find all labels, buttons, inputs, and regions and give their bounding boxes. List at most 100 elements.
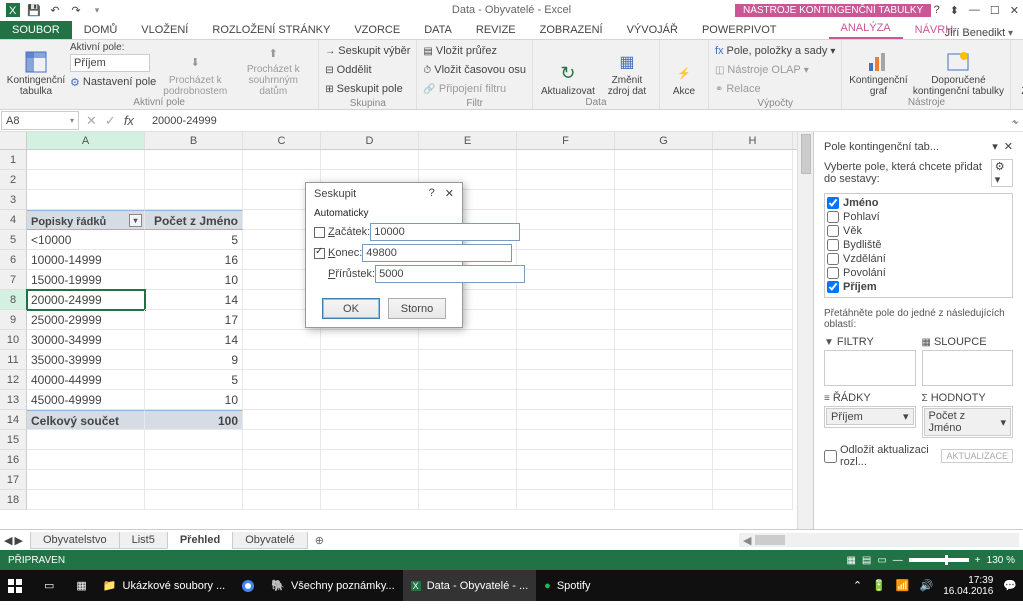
cell[interactable] [615, 230, 713, 250]
cell[interactable] [713, 470, 793, 490]
cell[interactable]: 10 [145, 390, 243, 410]
field-checkbox[interactable] [827, 225, 839, 237]
row-header[interactable]: 5 [0, 230, 27, 250]
taskbar-app-icon[interactable]: ▦ [68, 570, 94, 601]
zoom-slider[interactable] [909, 558, 969, 562]
sheet-tab[interactable]: Obyvatelé [232, 532, 308, 549]
start-input[interactable] [370, 223, 520, 241]
tray-network-icon[interactable]: 📶 [896, 579, 910, 592]
taskbar-item[interactable] [233, 570, 263, 601]
cell[interactable] [321, 470, 419, 490]
field-list[interactable]: JménoPohlavíVěkBydlištěVzděláníPovoláníP… [824, 193, 1013, 298]
cell[interactable] [243, 410, 321, 430]
cell[interactable] [615, 290, 713, 310]
cell[interactable]: 17 [145, 310, 243, 330]
ungroup-button[interactable]: ⊟ Oddělit [325, 61, 410, 79]
cell[interactable] [243, 370, 321, 390]
row-header[interactable]: 12 [0, 370, 27, 390]
column-header[interactable]: F [517, 132, 615, 149]
field-checkbox[interactable] [827, 253, 839, 265]
row-header[interactable]: 8 [0, 290, 27, 310]
cell[interactable]: 14 [145, 290, 243, 310]
redo-icon[interactable]: ↷ [67, 1, 85, 19]
cell[interactable]: 25000-29999 [27, 310, 145, 330]
cell[interactable] [517, 390, 615, 410]
filters-area[interactable] [824, 350, 916, 386]
cell[interactable] [243, 150, 321, 170]
cell[interactable] [27, 150, 145, 170]
group-field-button[interactable]: ⊞ Seskupit pole [325, 80, 410, 98]
cell[interactable] [27, 190, 145, 210]
cell[interactable] [517, 470, 615, 490]
cell[interactable] [517, 450, 615, 470]
fx-icon[interactable]: fx [124, 113, 134, 128]
cell[interactable] [145, 450, 243, 470]
view-layout-icon[interactable]: ▤ [862, 555, 871, 566]
maximize-icon[interactable]: ☐ [990, 4, 1000, 17]
change-source-button[interactable]: ▦Změnit zdroj dat [601, 42, 653, 97]
row-header[interactable]: 9 [0, 310, 27, 330]
collapse-ribbon-icon[interactable]: ⌃ [1010, 118, 1019, 131]
field-checkbox[interactable] [827, 211, 839, 223]
cell[interactable] [713, 450, 793, 470]
start-checkbox[interactable] [314, 227, 325, 238]
pivot-table-button[interactable]: Kontingenční tabulka [6, 42, 66, 97]
cell[interactable] [243, 470, 321, 490]
cell[interactable] [713, 390, 793, 410]
cell[interactable] [713, 270, 793, 290]
cell[interactable] [27, 430, 145, 450]
cell[interactable] [517, 230, 615, 250]
cell[interactable] [243, 390, 321, 410]
actions-button[interactable]: ⚡Akce [666, 42, 702, 97]
field-checkbox[interactable] [827, 281, 839, 293]
taskbar-item[interactable]: ● Spotify [536, 570, 598, 601]
undo-icon[interactable]: ↶ [46, 1, 64, 19]
row-header[interactable]: 14 [0, 410, 27, 430]
view-normal-icon[interactable]: ▦ [846, 555, 855, 566]
row-header[interactable]: 3 [0, 190, 27, 210]
cell[interactable] [615, 470, 713, 490]
column-header[interactable]: G [615, 132, 713, 149]
cell[interactable] [419, 430, 517, 450]
cell[interactable] [419, 150, 517, 170]
cell[interactable] [145, 150, 243, 170]
cell[interactable] [615, 170, 713, 190]
columns-area[interactable] [922, 350, 1014, 386]
cell[interactable] [243, 490, 321, 510]
row-header[interactable]: 10 [0, 330, 27, 350]
cell[interactable] [713, 350, 793, 370]
cell[interactable] [517, 490, 615, 510]
field-settings-button[interactable]: ⚙Nastavení pole [70, 73, 156, 91]
cell[interactable] [615, 350, 713, 370]
cell[interactable] [419, 330, 517, 350]
vertical-scrollbar[interactable] [797, 132, 813, 529]
cell[interactable] [713, 410, 793, 430]
cell[interactable]: 5 [145, 230, 243, 250]
cell[interactable]: 20000-24999 [27, 290, 145, 310]
task-pane-menu-icon[interactable]: ▾ [992, 140, 998, 153]
filter-dropdown-icon[interactable]: ▾ [129, 214, 142, 227]
cell[interactable] [419, 390, 517, 410]
rows-area[interactable]: Příjem▾ [824, 406, 916, 428]
pivot-chart-button[interactable]: Kontingenční graf [848, 42, 908, 97]
zoom-in-icon[interactable]: + [975, 555, 981, 566]
clock[interactable]: 17:39 16.04.2016 [943, 575, 993, 597]
user-name[interactable]: Jiří Benedikt ▾ [945, 27, 1013, 39]
ok-button[interactable]: OK [322, 298, 380, 319]
cell[interactable] [321, 390, 419, 410]
cell[interactable] [145, 470, 243, 490]
end-input[interactable] [362, 244, 512, 262]
cell[interactable] [615, 150, 713, 170]
tab-review[interactable]: REVIZE [464, 21, 528, 39]
taskbar-item[interactable]: 🐘 Všechny poznámky... [263, 570, 402, 601]
confirm-formula-icon[interactable]: ✓ [105, 113, 116, 129]
group-selection-button[interactable]: → Seskupit výběr [325, 42, 410, 60]
recommended-pivots-button[interactable]: Doporučené kontingenční tabulky [912, 42, 1004, 97]
row-header[interactable]: 13 [0, 390, 27, 410]
cell[interactable] [27, 470, 145, 490]
view-break-icon[interactable]: ▭ [877, 555, 886, 566]
tray-volume-icon[interactable]: 🔊 [920, 579, 934, 592]
cell[interactable] [615, 330, 713, 350]
cell[interactable] [517, 290, 615, 310]
save-icon[interactable]: 💾 [25, 1, 43, 19]
